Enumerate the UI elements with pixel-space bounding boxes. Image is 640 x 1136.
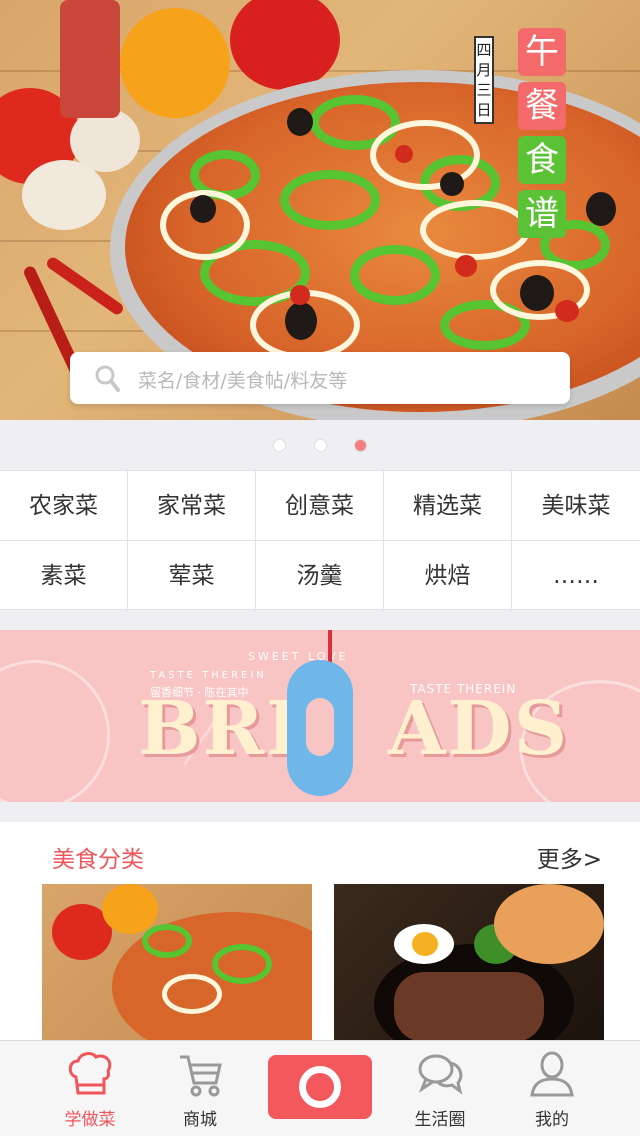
food-category-section: 美食分类 更多> [0,822,640,1042]
chef-hat-icon [68,1052,112,1095]
camera-button[interactable] [268,1055,372,1119]
category-item[interactable]: 汤羹 [256,541,384,611]
hero-title: 午 餐 食 谱 [518,28,568,244]
decoration [0,660,110,802]
candle-image [328,630,332,664]
user-icon [530,1051,574,1097]
title-char: 谱 [518,190,566,238]
search-bar[interactable]: 菜名/食材/美食帖/料友等 [70,352,570,404]
category-item[interactable]: 美味菜 [512,471,640,541]
more-link[interactable]: 更多> [537,840,602,874]
banner-word-right: ADS [388,686,570,772]
category-item[interactable]: 家常菜 [128,471,256,541]
donut-hole [306,698,334,756]
date-char: 日 [476,101,492,119]
tab-label: 我的 [535,1110,569,1130]
category-item[interactable]: 创意菜 [256,471,384,541]
date-char: 三 [476,81,492,99]
carousel-dot-active[interactable] [354,440,366,451]
tab-mall[interactable]: 商城 [140,1041,260,1136]
category-item[interactable]: 农家菜 [0,471,128,541]
tab-me[interactable]: 我的 [492,1041,612,1136]
category-item[interactable]: 素菜 [0,541,128,611]
date-char: 四 [476,41,492,59]
bottom-tab-bar: 学做菜 商城 生活圈 我的 [0,1040,640,1136]
category-item[interactable]: 荤菜 [128,541,256,611]
camera-icon [299,1066,341,1108]
chat-bubbles-icon [418,1054,463,1095]
category-thumbnail[interactable] [334,884,604,1040]
tab-learn-cooking[interactable]: 学做菜 [30,1041,150,1136]
date-char: 月 [476,61,492,79]
date-label: 四 月 三 日 [474,36,494,124]
section-title: 美食分类 [52,847,144,873]
cart-icon [180,1055,222,1097]
title-char: 餐 [518,82,566,130]
category-thumbnail[interactable] [42,884,312,1040]
title-char: 食 [518,136,566,184]
tab-label: 生活圈 [414,1110,466,1130]
carousel-indicator [0,436,640,451]
carousel-dot[interactable] [314,440,326,451]
pepper-image [230,0,340,90]
search-input[interactable]: 菜名/食材/美食帖/料友等 [138,366,347,393]
tab-life-circle[interactable]: 生活圈 [380,1041,500,1136]
carousel-dot[interactable] [274,440,286,451]
category-item-more[interactable]: …… [512,541,640,611]
tab-label: 学做菜 [64,1110,116,1130]
category-item[interactable]: 精选菜 [384,471,512,541]
garlic-image [22,160,106,230]
banner-small-text: TASTE THEREIN [150,670,267,681]
ad-banner[interactable]: SWEET LOVE TASTE THEREIN 留香细节 · 陈在其中 TAS… [0,630,640,802]
category-grid: 农家菜 家常菜 创意菜 精选菜 美味菜 素菜 荤菜 汤羹 烘焙 …… [0,470,640,611]
banner-tagline: SWEET LOVE [248,650,349,663]
spice-jar-image [60,0,120,118]
tab-label: 商城 [183,1110,217,1130]
title-char: 午 [518,28,566,76]
search-icon [95,365,120,392]
hero-banner[interactable]: 四 月 三 日 午 餐 食 谱 菜名/食材/美食帖/料友等 [0,0,640,420]
pepper-image [120,8,230,118]
category-item[interactable]: 烘焙 [384,541,512,611]
